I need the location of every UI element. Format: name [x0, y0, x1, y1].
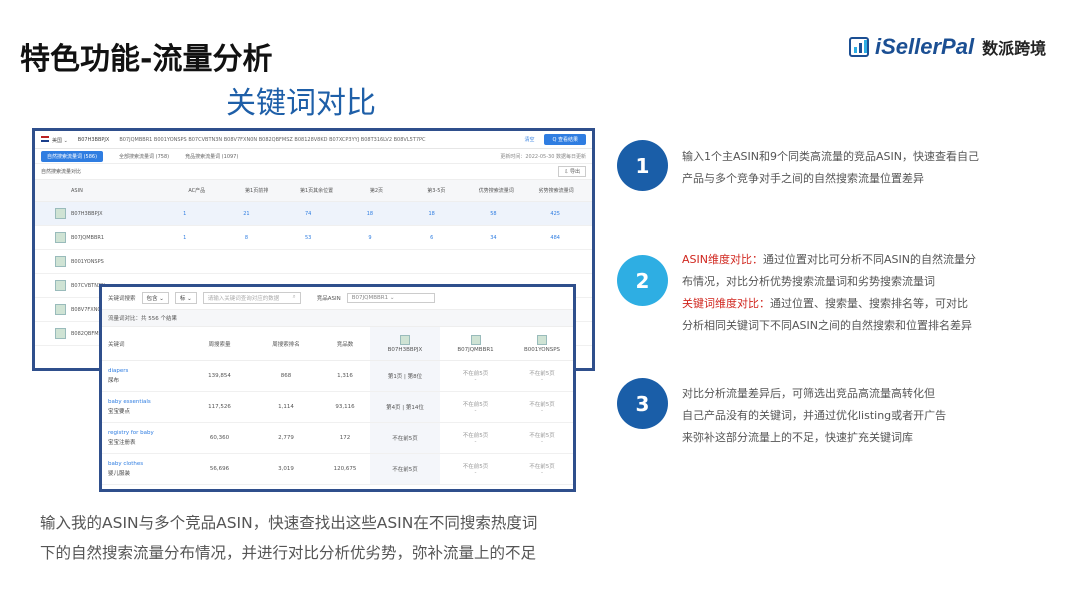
logo-cn: 数派跨境 — [982, 39, 1047, 58]
filter-label: 关键词搜索 — [108, 296, 136, 302]
product-thumbnail — [55, 304, 66, 315]
keyword-link[interactable]: baby clothes — [108, 461, 187, 467]
col-p3-5[interactable]: 第3-5页 — [406, 187, 466, 194]
col-weekly-rank[interactable]: 周搜索排名 — [252, 340, 320, 348]
keyword-compare-screenshot: 关键词搜索 包含 ⌄ 标 ⌄ 请输入关键词查询对应的数据 ⌕ 竞品ASIN B07… — [99, 284, 576, 492]
section-bar: 自然搜索流量对比 ⇩ 导出 — [35, 164, 592, 180]
us-flag-icon — [41, 135, 49, 142]
asin-label: 竞品ASIN — [316, 296, 341, 302]
traffic-tabs: 自然搜索流量词 (586) 全部搜索流量词 (758) 竞品搜索流量词 (109… — [35, 149, 592, 164]
table-header: ASIN AC产品 第1页前排 第1页其余位置 第2页 第3-5页 优势搜索流量… — [35, 180, 592, 202]
col-p1-rest[interactable]: 第1页其余位置 — [287, 187, 347, 194]
product-thumbnail — [537, 334, 547, 345]
keyword-table-header: 关键词 周搜索量 周搜索排名 竞品数 B07H3BBPJX B07JQMBBR1… — [102, 327, 573, 361]
col-asin-2[interactable]: B07JQMBBR1 — [440, 334, 511, 353]
query-button[interactable]: Q 查看结果 — [544, 134, 586, 145]
slide: 特色功能-流量分析 关键词对比 iSellerPal 数派跨境 美国 ⌄ B07… — [0, 0, 1080, 607]
step-2-text: ASIN维度对比：通过位置对比可分析不同ASIN的自然流量分 布情况，对比分析优… — [682, 253, 976, 332]
bottom-description: 输入我的ASIN与多个竞品ASIN，快速查找出这些ASIN在不同搜索热度词 下的… — [40, 514, 538, 562]
section-title: 自然搜索流量对比 — [41, 169, 82, 175]
col-asin-1[interactable]: B07H3BBPJX — [370, 327, 440, 360]
keyword-search-input[interactable]: 请输入关键词查询对应的数据 ⌕ — [202, 292, 301, 304]
table-row[interactable]: B001YONSPS — [35, 250, 592, 274]
table-row[interactable]: B07H3BBPJX 1 21 74 18 18 58 425 — [35, 202, 592, 226]
keyword-filter-bar: 关键词搜索 包含 ⌄ 标 ⌄ 请输入关键词查询对应的数据 ⌕ 竞品ASIN B07… — [102, 287, 573, 310]
col-advantage[interactable]: 优势搜索流量词 — [466, 187, 526, 194]
page-title: 特色功能-流量分析 — [20, 42, 273, 77]
search-icon[interactable]: ⌕ — [293, 294, 296, 302]
col-competitors[interactable]: 竞品数 — [320, 340, 370, 348]
table-row[interactable]: baby clothes 婴儿服装 56,696 3,019 120,675 不在… — [102, 454, 573, 485]
clear-button[interactable]: 清空 — [524, 136, 534, 143]
step-2-badge: 2 — [617, 255, 668, 306]
asin-input-bar: 美国 ⌄ B07H3BBPJX B07JQMBBR1 B001YONSPS B0… — [35, 131, 592, 149]
main-asin-input[interactable]: B07H3BBPJX — [78, 137, 110, 143]
col-weekly-volume[interactable]: 周搜索量 — [187, 340, 252, 348]
product-thumbnail — [55, 208, 66, 219]
table-row[interactable]: diapers 尿布 139,854 868 1,316 第1页 | 第8位 不在… — [102, 361, 573, 392]
table-row[interactable]: baby essentials 宝宝要点 117,526 1,114 93,116… — [102, 392, 573, 423]
product-thumbnail — [55, 280, 66, 291]
keyword-link[interactable]: baby essentials — [108, 399, 187, 405]
product-thumbnail — [400, 334, 410, 345]
filter-op-select[interactable]: 包含 ⌄ — [141, 292, 169, 304]
brand-logo: iSellerPal 数派跨境 — [849, 34, 1046, 60]
export-button[interactable]: ⇩ 导出 — [558, 166, 586, 177]
result-summary: 流量词对比：共 556 个结果 — [102, 310, 573, 327]
col-disadvantage[interactable]: 劣势搜索流量词 — [526, 187, 586, 194]
col-p1-top[interactable]: 第1页前排 — [227, 187, 287, 194]
page-subtitle: 关键词对比 — [226, 86, 376, 121]
product-thumbnail — [55, 256, 66, 267]
col-p2[interactable]: 第2页 — [346, 187, 406, 194]
table-row[interactable]: B07JQMBBR1 1 8 53 9 6 34 484 — [35, 226, 592, 250]
step-3-text: 对比分析流量差异后，可筛选出竞品高流量高转化但 自己产品没有的关键词，并通过优化… — [682, 387, 947, 444]
col-asin: ASIN — [71, 187, 83, 194]
marketplace-select[interactable]: 美国 ⌄ — [41, 135, 68, 144]
logo-brand: iSellerPal — [875, 34, 975, 59]
competitor-asin-select[interactable]: B07JQMBBR1 ⌄ — [346, 293, 435, 303]
step-3-badge: 3 — [617, 378, 668, 429]
tab-all[interactable]: 全部搜索流量词 (758) — [119, 153, 169, 160]
filter-field-select[interactable]: 标 ⌄ — [174, 292, 197, 304]
tab-organic[interactable]: 自然搜索流量词 (586) — [41, 150, 104, 162]
compare-asin-input[interactable]: B07JQMBBR1 B001YONSPS B07CVBTN3N B08V7FX… — [119, 137, 514, 143]
keyword-link[interactable]: registry for baby — [108, 430, 187, 436]
keyword-link[interactable]: diapers — [108, 368, 187, 374]
col-keyword: 关键词 — [108, 341, 125, 348]
logo-icon — [849, 36, 871, 58]
step-1-badge: 1 — [617, 140, 668, 191]
product-thumbnail — [55, 328, 66, 339]
product-thumbnail — [470, 334, 481, 345]
col-ac[interactable]: AC产品 — [167, 187, 227, 194]
step-1-text: 输入1个主ASIN和9个同类高流量的竞品ASIN，快速查看自己 产品与多个竞争对… — [682, 150, 979, 185]
tab-competitor[interactable]: 竞品搜索流量词 (1097) — [185, 153, 238, 160]
col-asin-3[interactable]: B001YONSPS — [511, 334, 573, 353]
product-thumbnail — [55, 232, 66, 243]
update-time: 更新时间：2022-05-30 数据每日更新 — [500, 153, 586, 160]
table-row[interactable]: registry for baby 宝宝注册表 60,360 2,779 172 … — [102, 423, 573, 454]
